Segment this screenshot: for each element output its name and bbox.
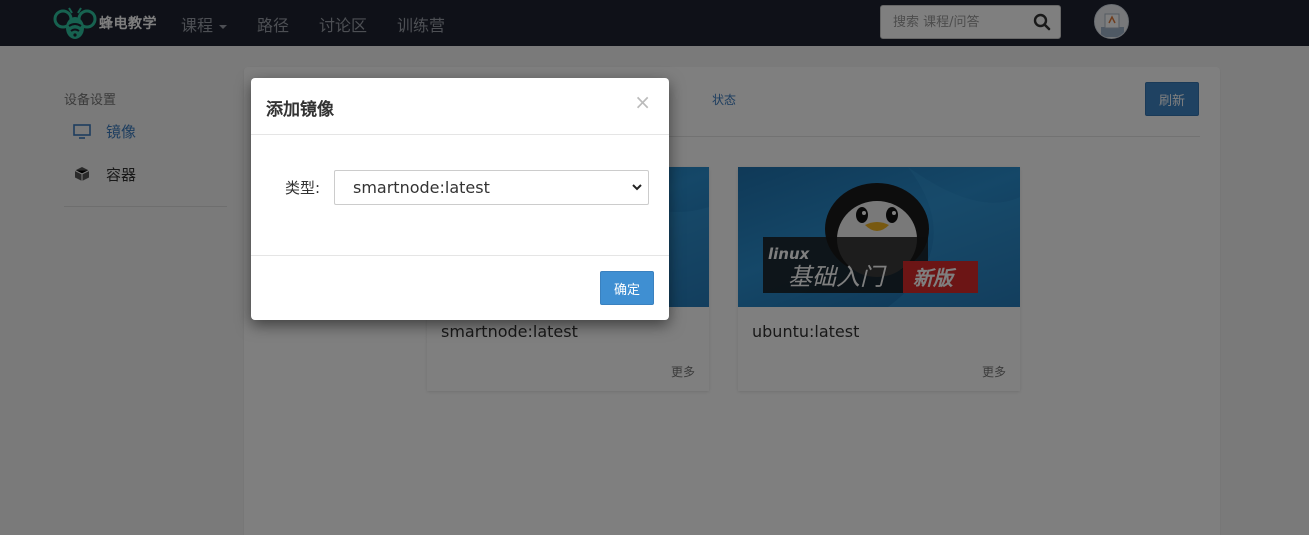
add-image-modal: 添加镜像 × 类型: smartnode:latest 确定 <box>251 78 669 320</box>
modal-footer-divider <box>251 255 669 256</box>
confirm-button[interactable]: 确定 <box>600 271 654 305</box>
type-select-value: smartnode:latest <box>353 178 490 197</box>
chevron-down-icon <box>632 184 642 191</box>
type-select[interactable]: smartnode:latest <box>334 170 649 205</box>
modal-title: 添加镜像 <box>266 100 334 120</box>
close-icon[interactable]: × <box>634 92 651 112</box>
modal-header-divider <box>251 134 669 135</box>
type-field-label: 类型: <box>285 179 321 197</box>
